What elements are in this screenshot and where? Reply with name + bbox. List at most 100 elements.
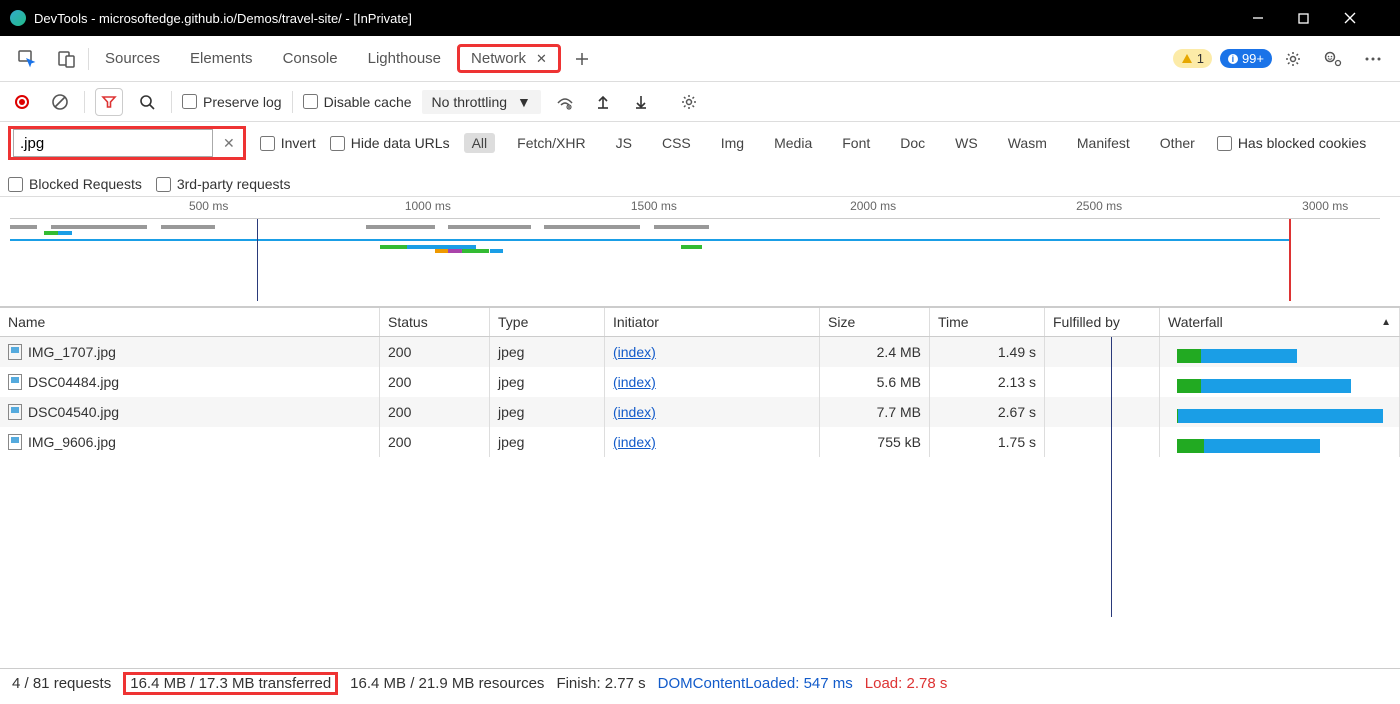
col-fulfilled[interactable]: Fulfilled by: [1045, 308, 1160, 336]
col-name[interactable]: Name: [0, 308, 380, 336]
cell-time: 2.13 s: [930, 367, 1045, 397]
cell-status: 200: [380, 367, 490, 397]
filter-type-manifest[interactable]: Manifest: [1069, 133, 1138, 153]
file-icon: [8, 404, 22, 420]
col-waterfall[interactable]: Waterfall ▲: [1160, 308, 1400, 336]
filter-type-css[interactable]: CSS: [654, 133, 699, 153]
close-icon[interactable]: ✕: [536, 51, 547, 67]
table-row[interactable]: DSC04484.jpg200jpeg(index)5.6 MB2.13 s: [0, 367, 1400, 397]
cell-initiator[interactable]: (index): [613, 434, 656, 450]
filter-toggle-button[interactable]: [95, 88, 123, 116]
status-finish: Finish: 2.77 s: [556, 675, 645, 692]
import-har-button[interactable]: [589, 88, 617, 116]
inspect-icon[interactable]: [8, 40, 46, 78]
clear-button[interactable]: [46, 88, 74, 116]
separator: [88, 48, 89, 70]
tab-lighthouse[interactable]: Lighthouse: [354, 44, 455, 73]
network-conditions-icon[interactable]: [551, 88, 579, 116]
tab-console[interactable]: Console: [269, 44, 352, 73]
col-time[interactable]: Time: [930, 308, 1045, 336]
cell-initiator[interactable]: (index): [613, 404, 656, 420]
cell-initiator[interactable]: (index): [613, 374, 656, 390]
filter-type-ws[interactable]: WS: [947, 133, 986, 153]
cell-type: jpeg: [490, 427, 605, 457]
cell-name: DSC04540.jpg: [28, 404, 119, 420]
issues-warning-badge[interactable]: 1: [1173, 49, 1212, 68]
device-toggle-icon[interactable]: [48, 40, 86, 78]
filter-type-other[interactable]: Other: [1152, 133, 1203, 153]
filter-type-font[interactable]: Font: [834, 133, 878, 153]
network-grid-rows: IMG_1707.jpg200jpeg(index)2.4 MB1.49 sDS…: [0, 337, 1400, 617]
status-transferred-highlight: 16.4 MB / 17.3 MB transferred: [123, 672, 338, 695]
timeline-tick: 2500 ms: [1076, 199, 1122, 213]
timeline-ticks: 500 ms1000 ms1500 ms2000 ms2500 ms3000 m…: [10, 197, 1380, 219]
throttling-select[interactable]: No throttling ▼: [422, 90, 541, 114]
filter-type-img[interactable]: Img: [713, 133, 752, 153]
file-icon: [8, 374, 22, 390]
table-row[interactable]: IMG_1707.jpg200jpeg(index)2.4 MB1.49 s: [0, 337, 1400, 367]
col-initiator[interactable]: Initiator: [605, 308, 820, 336]
close-button[interactable]: [1344, 12, 1390, 24]
filter-type-media[interactable]: Media: [766, 133, 820, 153]
warning-icon: [1181, 53, 1193, 65]
cell-fulfilled: [1045, 397, 1160, 427]
hide-data-urls-checkbox[interactable]: Hide data URLs: [330, 135, 450, 151]
timeline-tick: 500 ms: [189, 199, 228, 213]
settings-icon[interactable]: [1274, 40, 1312, 78]
export-har-button[interactable]: [627, 88, 655, 116]
col-size[interactable]: Size: [820, 308, 930, 336]
invert-checkbox[interactable]: Invert: [260, 135, 316, 151]
sort-asc-icon: ▲: [1381, 317, 1391, 328]
devtools-tabbar: Sources Elements Console Lighthouse Netw…: [0, 36, 1400, 82]
window-titlebar: DevTools - microsoftedge.github.io/Demos…: [0, 0, 1400, 36]
tab-network[interactable]: Network ✕: [457, 44, 561, 73]
filter-type-wasm[interactable]: Wasm: [1000, 133, 1055, 153]
add-tab-button[interactable]: [563, 40, 601, 78]
disable-cache-checkbox[interactable]: Disable cache: [303, 94, 412, 110]
maximize-button[interactable]: [1298, 13, 1344, 24]
filter-type-doc[interactable]: Doc: [892, 133, 933, 153]
col-status[interactable]: Status: [380, 308, 490, 336]
record-button[interactable]: [8, 88, 36, 116]
cell-fulfilled: [1045, 337, 1160, 367]
network-filter-bar: ✕ Invert Hide data URLs All Fetch/XHR JS…: [0, 122, 1400, 197]
status-load: Load: 2.78 s: [865, 675, 948, 692]
filter-type-all[interactable]: All: [464, 133, 496, 153]
more-icon[interactable]: [1354, 40, 1392, 78]
table-row[interactable]: IMG_9606.jpg200jpeg(index)755 kB1.75 s: [0, 427, 1400, 457]
cell-initiator[interactable]: (index): [613, 344, 656, 360]
tab-elements[interactable]: Elements: [176, 44, 267, 73]
table-row[interactable]: DSC04540.jpg200jpeg(index)7.7 MB2.67 s: [0, 397, 1400, 427]
cell-fulfilled: [1045, 367, 1160, 397]
blocked-cookies-checkbox[interactable]: Has blocked cookies: [1217, 135, 1366, 151]
search-button[interactable]: [133, 88, 161, 116]
timeline-tick: 3000 ms: [1302, 199, 1348, 213]
third-party-checkbox[interactable]: 3rd-party requests: [156, 176, 291, 192]
minimize-button[interactable]: [1252, 12, 1298, 24]
blocked-requests-checkbox[interactable]: Blocked Requests: [8, 176, 142, 192]
feedback-icon[interactable]: [1314, 40, 1352, 78]
cell-waterfall: [1160, 397, 1400, 427]
filter-input[interactable]: [13, 129, 213, 157]
network-settings-icon[interactable]: [675, 88, 703, 116]
preserve-log-checkbox[interactable]: Preserve log: [182, 94, 282, 110]
cell-fulfilled: [1045, 427, 1160, 457]
filter-input-highlight: ✕: [8, 126, 246, 160]
cell-name: DSC04484.jpg: [28, 374, 119, 390]
issues-info-badge[interactable]: i 99+: [1220, 49, 1272, 68]
tab-sources[interactable]: Sources: [91, 44, 174, 73]
window-title: DevTools - microsoftedge.github.io/Demos…: [34, 11, 1252, 26]
cell-type: jpeg: [490, 337, 605, 367]
filter-type-js[interactable]: JS: [608, 133, 640, 153]
app-favicon: [10, 10, 26, 26]
cell-status: 200: [380, 397, 490, 427]
cell-status: 200: [380, 337, 490, 367]
cell-waterfall: [1160, 427, 1400, 457]
cell-name: IMG_1707.jpg: [28, 344, 116, 360]
col-type[interactable]: Type: [490, 308, 605, 336]
network-overview[interactable]: 500 ms1000 ms1500 ms2000 ms2500 ms3000 m…: [0, 197, 1400, 307]
cell-name: IMG_9606.jpg: [28, 434, 116, 450]
clear-filter-icon[interactable]: ✕: [215, 135, 243, 152]
network-grid-header: Name Status Type Initiator Size Time Ful…: [0, 307, 1400, 337]
filter-type-fetch[interactable]: Fetch/XHR: [509, 133, 593, 153]
